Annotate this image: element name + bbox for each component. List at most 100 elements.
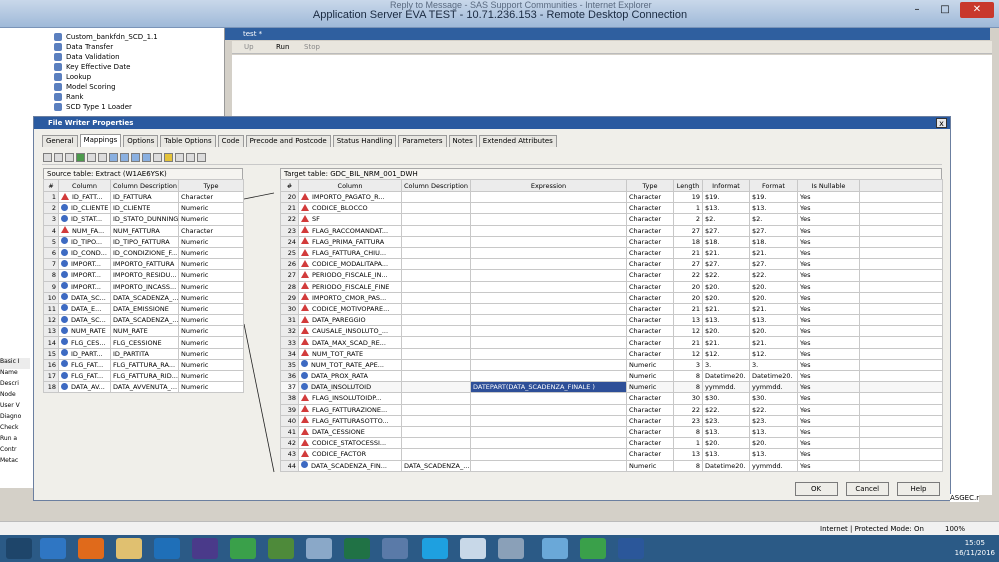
ok-button[interactable]: OK	[794, 482, 838, 496]
tree-item[interactable]: Custom_bankfdn_SCD_1.1	[54, 32, 158, 42]
zoom-level[interactable]: 100%	[945, 525, 965, 533]
excel-icon[interactable]	[344, 538, 370, 559]
move-bottom-icon[interactable]	[142, 153, 151, 162]
job-editor-tab[interactable]: test *	[225, 28, 990, 40]
target-col-header-expression[interactable]: Expression	[470, 179, 627, 192]
target-row[interactable]: 42 CODICE_STATOCESSI... Character 1 $20. $20.…	[280, 437, 943, 450]
source-row[interactable]: 6 ID_COND... ID_CONDIZIONE_F... Numeric	[43, 246, 244, 260]
target-row[interactable]: 23 FLAG_RACCOMANDAT... Character 27 $27. $27.…	[280, 224, 943, 237]
sheet-icon[interactable]	[268, 538, 294, 559]
target-row[interactable]: 41 DATA_CESSIONE Character 8 $13. $13. Yes	[280, 425, 943, 439]
tab-table-options[interactable]: Table Options	[160, 135, 216, 147]
target-cell-expression[interactable]	[470, 202, 627, 215]
target-col-header-description[interactable]: Column Description	[401, 179, 471, 192]
maximize-button[interactable]: □	[932, 2, 958, 18]
source-row[interactable]: 15 ID_PART... ID_PARTITA Numeric	[43, 347, 244, 360]
target-col-header-column[interactable]: Column	[298, 179, 402, 192]
tab-general[interactable]: General	[42, 135, 78, 147]
move-up-icon[interactable]	[120, 153, 129, 162]
target-cell-expression[interactable]	[470, 347, 627, 360]
tab-code[interactable]: Code	[217, 135, 244, 147]
target-row[interactable]: 26 CODICE_MODALITAPA... Character 27 $27. $27…	[280, 258, 943, 271]
target-cell-expression[interactable]	[470, 336, 627, 349]
source-row[interactable]: 10 DATA_SC... DATA_SCADENZA_... Numeric	[43, 291, 244, 304]
source-row[interactable]: 11 DATA_E... DATA_EMISSIONE Numeric	[43, 302, 244, 316]
target-row[interactable]: 29 IMPORTO_CMOR_PAS... Character 20 $20. $20.…	[280, 291, 943, 304]
target-row[interactable]: 44 DATA_SCADENZA_FIN... DATA_SCADENZA_... N…	[280, 459, 943, 472]
target-cell-expression[interactable]	[470, 280, 627, 293]
tree-item[interactable]: Rank	[54, 92, 84, 102]
target-row[interactable]: 33 DATA_MAX_SCAD_RE... Character 21 $21. $21.…	[280, 336, 943, 349]
redo-icon[interactable]	[186, 153, 195, 162]
tab-extended-attributes[interactable]: Extended Attributes	[478, 135, 557, 147]
tree-item[interactable]: Lookup	[54, 72, 91, 82]
import-columns-icon[interactable]	[98, 153, 107, 162]
source-row[interactable]: 2 ID_CLIENTE ID_CLIENTE Numeric	[43, 202, 244, 215]
firefox-icon[interactable]	[78, 538, 104, 559]
tab-options[interactable]: Options	[123, 135, 159, 147]
source-col-header-description[interactable]: Column Description	[110, 179, 179, 192]
target-cell-expression[interactable]	[470, 358, 627, 372]
target-cell-expression[interactable]	[470, 414, 627, 427]
source-row[interactable]: 14 FLG_CES... FLG_CESSIONE Numeric	[43, 336, 244, 349]
paint-icon[interactable]	[498, 538, 524, 559]
source-row[interactable]: 3 ID_STAT... ID_STATO_DUNNING Numeric	[43, 213, 244, 226]
stop-button[interactable]: Stop	[304, 43, 320, 51]
target-cell-expression[interactable]	[470, 291, 627, 304]
source-row[interactable]: 12 DATA_SC... DATA_SCADENZA_... Numeric	[43, 314, 244, 327]
map-selected-icon[interactable]	[54, 153, 63, 162]
target-row[interactable]: 25 FLAG_FATTURA_CHIU... Character 21 $21. $21…	[280, 246, 943, 260]
target-cell-expression[interactable]	[470, 269, 627, 282]
source-row[interactable]: 9 IMPORT... IMPORTO_INCASS... Numeric	[43, 280, 244, 293]
move-down-icon[interactable]	[131, 153, 140, 162]
tree-item[interactable]: Key Effective Date	[54, 62, 130, 72]
target-cell-expression[interactable]	[470, 369, 627, 383]
source-col-header-number[interactable]: #	[43, 179, 59, 192]
target-row[interactable]: 27 PERIODO_FISCALE_IN... Character 22 $22. $2…	[280, 269, 943, 282]
calculator-icon[interactable]	[460, 538, 486, 559]
target-row[interactable]: 22 SF Character 2 $2. $2. Yes	[280, 213, 943, 226]
dialog-close-button[interactable]: x	[936, 118, 947, 128]
source-row[interactable]: 8 IMPORT... IMPORTO_RESIDU... Numeric	[43, 269, 244, 282]
source-row[interactable]: 4 NUM_FA... NUM_FATTURA Character	[43, 224, 244, 237]
target-row[interactable]: 37 DATA_INSOLUTOID DATEPART(DATA_SCADENZA_…	[280, 381, 943, 394]
minimize-button[interactable]: –	[904, 2, 930, 18]
target-cell-expression[interactable]	[470, 437, 627, 450]
target-col-header-length[interactable]: Length	[673, 179, 703, 192]
target-cell-expression[interactable]	[470, 302, 627, 316]
source-col-header-column[interactable]: Column	[58, 179, 111, 192]
target-cell-expression[interactable]	[470, 448, 627, 461]
tree-item[interactable]: Data Validation	[54, 52, 120, 62]
target-row[interactable]: 20 IMPORTO_PAGATO_R... Character 19 $19. $19.…	[280, 190, 943, 204]
target-cell-expression[interactable]	[470, 246, 627, 260]
outlook-icon[interactable]	[154, 538, 180, 559]
target-cell-expression[interactable]	[470, 314, 627, 327]
tab-notes[interactable]: Notes	[448, 135, 477, 147]
help-button[interactable]: Help	[897, 482, 940, 496]
remote-desktop-icon[interactable]	[382, 538, 408, 559]
target-cell-expression[interactable]	[470, 258, 627, 271]
properties-icon[interactable]	[153, 153, 162, 162]
folder-icon[interactable]	[542, 538, 568, 559]
target-row[interactable]: 32 CAUSALE_INSOLUTO_... Character 12 $20. $20…	[280, 325, 943, 338]
target-row[interactable]: 30 CODICE_MOTIVOPARE... Character 21 $21. $21…	[280, 302, 943, 316]
run-button[interactable]: Run	[276, 43, 289, 51]
map-all-icon[interactable]	[43, 153, 52, 162]
source-row[interactable]: 5 ID_TIPO... ID_TIPO_FATTURA Numeric	[43, 235, 244, 248]
source-row[interactable]: 1 ID_FATT... ID_FATTURA Character	[43, 190, 244, 204]
clock[interactable]: 15:05 16/11/2016	[955, 538, 995, 558]
target-cell-expression[interactable]	[470, 425, 627, 439]
target-cell-expression[interactable]	[470, 403, 627, 416]
ie-icon[interactable]	[40, 538, 66, 559]
target-col-header-informat[interactable]: Informat	[702, 179, 750, 192]
expression-editor-cell[interactable]: DATEPART(DATA_SCADENZA_FINALE )	[470, 381, 627, 394]
list-green-icon[interactable]	[76, 153, 85, 162]
source-row[interactable]: 13 NUM_RATE NUM_RATE Numeric	[43, 325, 244, 338]
target-col-header-type[interactable]: Type	[626, 179, 674, 192]
delete-mapping-icon[interactable]	[65, 153, 74, 162]
target-col-header-format[interactable]: Format	[749, 179, 798, 192]
target-cell-expression[interactable]	[470, 224, 627, 237]
sas-icon[interactable]	[192, 538, 218, 559]
target-row[interactable]: 38 FLAG_INSOLUTOIDP... Character 30 $30. $30.…	[280, 392, 943, 405]
target-cell-expression[interactable]	[470, 325, 627, 338]
